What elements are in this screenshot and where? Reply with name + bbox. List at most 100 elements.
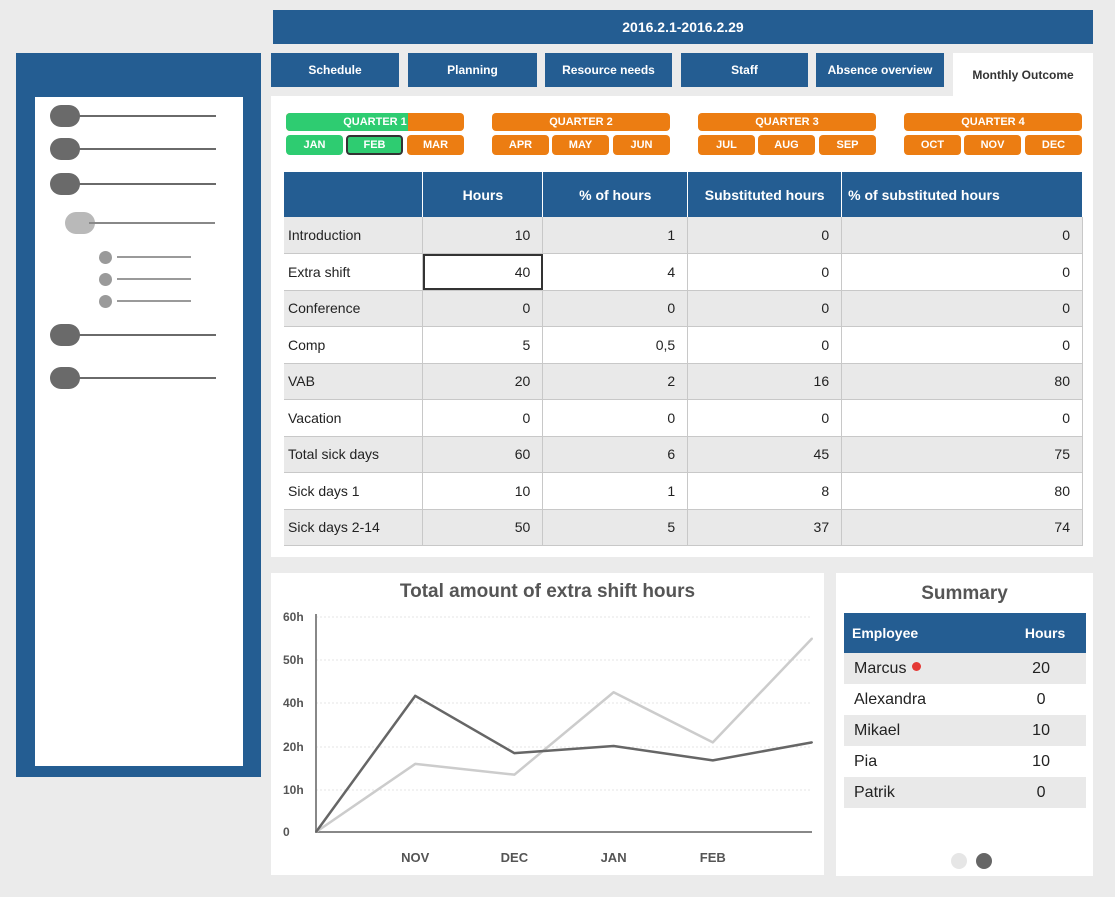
employee-name: Mikael bbox=[854, 721, 901, 739]
tab-monthly-outcome[interactable]: Monthly Outcome bbox=[953, 53, 1093, 96]
table-cell[interactable]: 8 bbox=[687, 472, 843, 510]
table-cell[interactable]: 50 bbox=[422, 509, 544, 546]
quarter-2-button[interactable]: QUARTER 2 bbox=[492, 113, 670, 131]
table-row: Comp 5 0,5 0 0 bbox=[284, 326, 1083, 364]
sidebar-item-label-placeholder bbox=[89, 222, 215, 224]
month-jun-button[interactable]: JUN bbox=[613, 135, 670, 155]
table-cell[interactable]: 1 bbox=[542, 472, 689, 510]
table-cell[interactable]: 5 bbox=[542, 509, 689, 546]
x-tick-label: FEB bbox=[700, 850, 726, 865]
table-cell[interactable]: 74 bbox=[841, 509, 1083, 546]
month-jan-button[interactable]: JAN bbox=[286, 135, 343, 155]
summary-panel: Summary Employee Hours Marcus 20 Alexandra… bbox=[836, 573, 1093, 876]
summary-row[interactable]: Patrik 0 bbox=[844, 777, 1086, 808]
sidebar-item-4-active[interactable] bbox=[65, 212, 225, 234]
table-cell[interactable]: 0 bbox=[841, 290, 1083, 327]
table-cell[interactable]: 0 bbox=[841, 399, 1083, 437]
monthly-outcome-panel: QUARTER 1 JAN FEB MAR QUARTER 2 APR MAY … bbox=[271, 96, 1093, 557]
table-cell[interactable]: 45 bbox=[687, 436, 843, 473]
summary-row[interactable]: Marcus 20 bbox=[844, 653, 1086, 684]
tab-absence-overview[interactable]: Absence overview bbox=[816, 53, 944, 87]
month-sep-button[interactable]: SEP bbox=[819, 135, 876, 155]
table-cell[interactable]: 0 bbox=[687, 217, 843, 254]
sidebar-subitem-1-icon[interactable] bbox=[99, 251, 112, 264]
row-label: Total sick days bbox=[284, 436, 424, 473]
page-indicator-2-active[interactable] bbox=[976, 853, 992, 869]
table-cell[interactable]: 0 bbox=[841, 253, 1083, 291]
table-cell[interactable]: 0 bbox=[841, 217, 1083, 254]
table-cell[interactable]: 0 bbox=[687, 326, 843, 364]
sidebar-item-2[interactable] bbox=[50, 138, 216, 160]
month-jul-button[interactable]: JUL bbox=[698, 135, 755, 155]
table-cell[interactable]: 0 bbox=[422, 290, 544, 327]
quarter-4-button[interactable]: QUARTER 4 bbox=[904, 113, 1082, 131]
table-cell[interactable]: 0 bbox=[422, 399, 544, 437]
data-point bbox=[612, 745, 615, 747]
tab-resource-needs[interactable]: Resource needs bbox=[545, 53, 672, 87]
data-point bbox=[711, 759, 714, 762]
month-aug-button[interactable]: AUG bbox=[758, 135, 815, 155]
employee-name: Pia bbox=[854, 752, 878, 770]
sidebar-item-5[interactable] bbox=[50, 324, 216, 346]
table-cell[interactable]: 0 bbox=[687, 253, 843, 291]
month-oct-button[interactable]: OCT bbox=[904, 135, 961, 155]
table-cell[interactable]: 0 bbox=[542, 290, 689, 327]
table-cell[interactable]: 37 bbox=[687, 509, 843, 546]
sidebar-item-6[interactable] bbox=[50, 367, 216, 389]
table-cell[interactable]: 0 bbox=[542, 399, 689, 437]
summary-row[interactable]: Alexandra 0 bbox=[844, 684, 1086, 715]
table-cell[interactable]: 20 bbox=[422, 363, 544, 400]
page-indicator-1[interactable] bbox=[951, 853, 967, 869]
table-cell[interactable]: 0 bbox=[687, 399, 843, 437]
y-tick-label: 40h bbox=[283, 696, 304, 710]
table-row: Total sick days 60 6 45 75 bbox=[284, 436, 1083, 473]
table-cell[interactable]: 2 bbox=[542, 363, 689, 400]
table-cell[interactable]: 6 bbox=[542, 436, 689, 473]
table-cell[interactable]: 75 bbox=[841, 436, 1083, 473]
table-cell[interactable]: 40 bbox=[422, 253, 544, 291]
sidebar-subitem-2-icon[interactable] bbox=[99, 273, 112, 286]
column-header-hours: Hours bbox=[996, 613, 1086, 653]
month-feb-button[interactable]: FEB bbox=[346, 135, 403, 155]
month-mar-button[interactable]: MAR bbox=[407, 135, 464, 155]
month-apr-button[interactable]: APR bbox=[492, 135, 549, 155]
table-cell[interactable]: 80 bbox=[841, 472, 1083, 510]
table-cell[interactable]: 10 bbox=[422, 472, 544, 510]
summary-row[interactable]: Mikael 10 bbox=[844, 715, 1086, 746]
extra-shift-line-chart: 0 10h 20h 40h 50h 60h NOV DEC JAN FEB bbox=[283, 610, 813, 865]
data-point bbox=[414, 694, 417, 697]
quarter-3-button[interactable]: QUARTER 3 bbox=[698, 113, 876, 131]
table-cell[interactable]: 5 bbox=[422, 326, 544, 364]
table-cell[interactable]: 0 bbox=[687, 290, 843, 327]
sidebar-item-1[interactable] bbox=[50, 105, 216, 127]
tab-planning[interactable]: Planning bbox=[408, 53, 537, 87]
month-nov-button[interactable]: NOV bbox=[964, 135, 1021, 155]
table-cell[interactable]: 10 bbox=[422, 217, 544, 254]
table-cell[interactable]: 1 bbox=[542, 217, 689, 254]
sidebar-item-3[interactable] bbox=[50, 173, 216, 195]
month-may-button[interactable]: MAY bbox=[552, 135, 609, 155]
data-point bbox=[612, 691, 615, 694]
sidebar-item-label-placeholder bbox=[70, 334, 216, 336]
table-cell[interactable]: 80 bbox=[841, 363, 1083, 400]
summary-row[interactable]: Pia 10 bbox=[844, 746, 1086, 777]
sidebar-subitem-2-label-placeholder bbox=[117, 278, 191, 280]
table-cell[interactable]: 60 bbox=[422, 436, 544, 473]
column-header-employee: Employee bbox=[844, 613, 997, 653]
tab-schedule[interactable]: Schedule bbox=[271, 53, 399, 87]
table-cell[interactable]: 4 bbox=[542, 253, 689, 291]
employee-cell: Patrik bbox=[844, 777, 997, 808]
table-cell[interactable]: 0,5 bbox=[542, 326, 689, 364]
quarter-1-label: QUARTER 1 bbox=[343, 116, 407, 128]
table-cell[interactable]: 16 bbox=[687, 363, 843, 400]
month-dec-button[interactable]: DEC bbox=[1025, 135, 1082, 155]
sidebar-subitem-3-icon[interactable] bbox=[99, 295, 112, 308]
y-tick-label: 60h bbox=[283, 610, 304, 624]
quarter-1-button[interactable]: QUARTER 1 bbox=[286, 113, 464, 131]
table-cell[interactable]: 0 bbox=[841, 326, 1083, 364]
sidebar-item-label-placeholder bbox=[70, 183, 216, 185]
tab-staff[interactable]: Staff bbox=[681, 53, 808, 87]
employee-name: Patrik bbox=[854, 783, 895, 801]
y-tick-label: 0 bbox=[283, 825, 290, 839]
y-tick-label: 50h bbox=[283, 653, 304, 667]
